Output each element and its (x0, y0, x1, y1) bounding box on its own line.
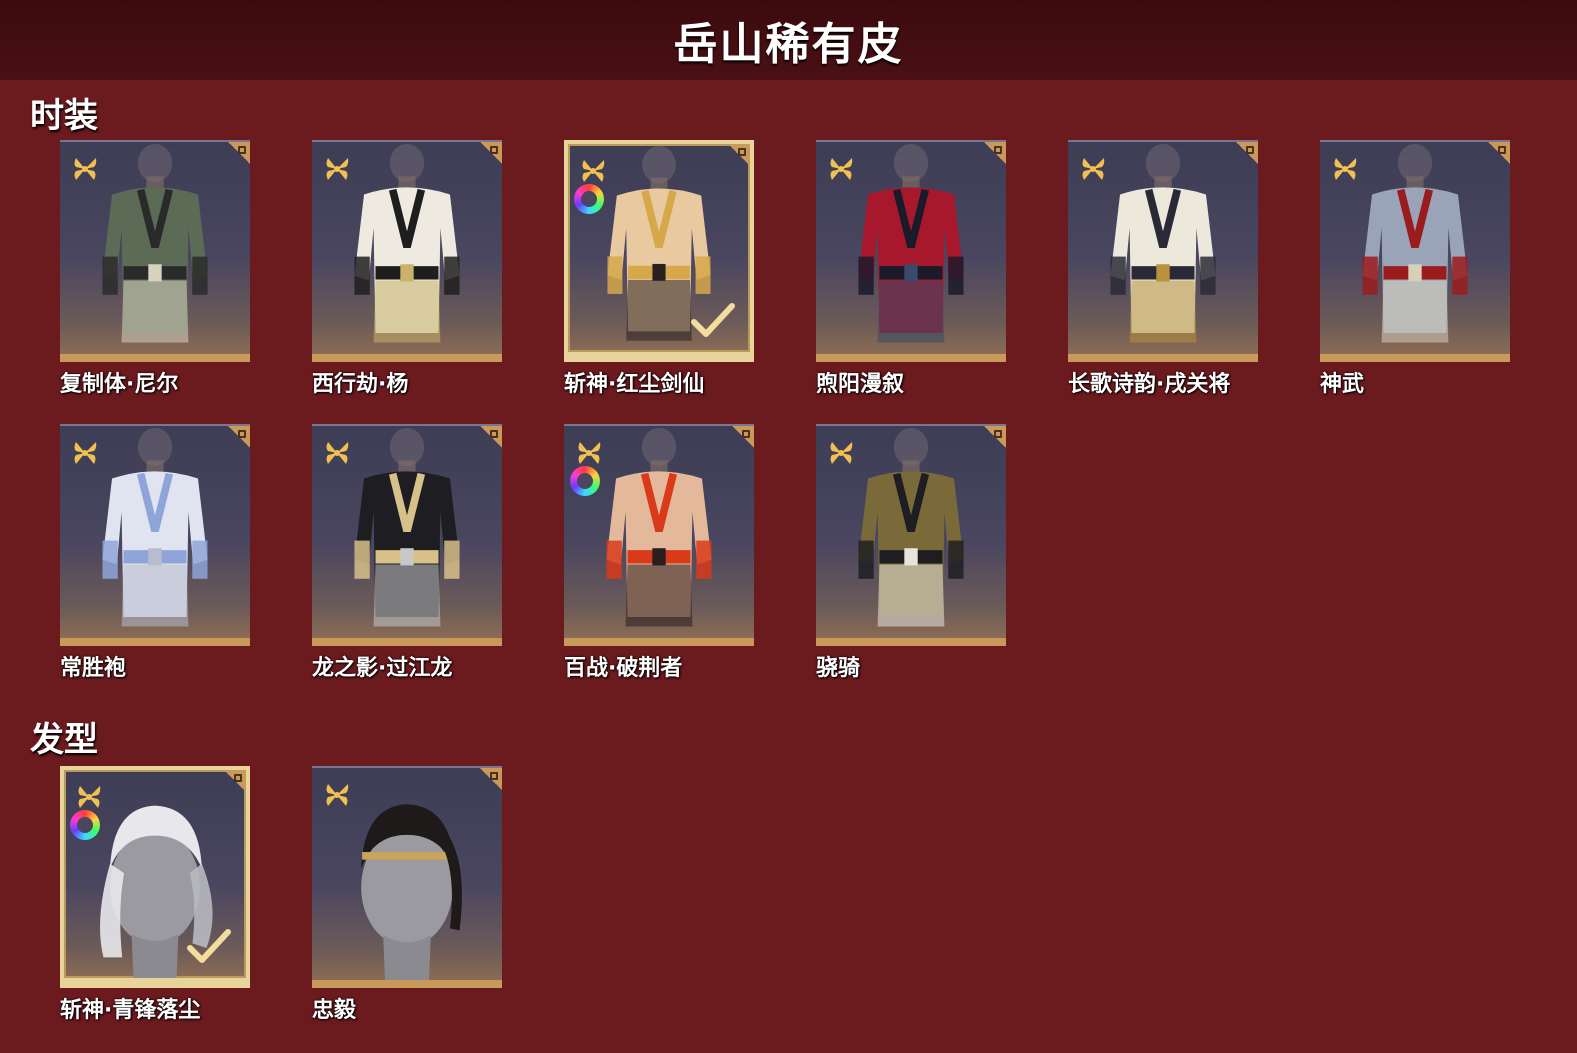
hair-name-label: 忠毅 (312, 998, 357, 1023)
rarity-star-icon (582, 160, 605, 182)
rarity-star-icon (830, 158, 853, 180)
rarity-star-icon (74, 442, 97, 464)
hair-name-label: 斩神·青锋落尘 (60, 998, 201, 1023)
outfit-name-label: 长歌诗韵·戌关将 (1068, 372, 1231, 397)
corner-badge-icon (480, 142, 502, 164)
corner-badge-icon (228, 426, 250, 448)
outfit-name-label: 龙之影·过江龙 (312, 656, 453, 681)
corner-badge-icon (224, 770, 246, 792)
outfit-card[interactable] (564, 140, 754, 362)
section-title-outfits: 时装 (30, 96, 98, 136)
outfit-name-label: 百战·破荆者 (564, 656, 683, 681)
equipped-check-icon (187, 929, 231, 963)
outfit-card[interactable] (816, 424, 1006, 646)
outfit-card[interactable] (312, 424, 502, 646)
rarity-star-icon (1334, 158, 1357, 180)
rarity-star-icon (74, 158, 97, 180)
outfit-name-label: 复制体·尼尔 (60, 372, 179, 397)
hair-card[interactable] (60, 766, 250, 988)
corner-badge-icon (1236, 142, 1258, 164)
rarity-star-icon (326, 158, 349, 180)
dye-color-icon (70, 810, 100, 840)
rarity-star-icon (830, 442, 853, 464)
rarity-star-icon (1082, 158, 1105, 180)
corner-badge-icon (1488, 142, 1510, 164)
rarity-star-icon (326, 442, 349, 464)
dye-color-icon (570, 466, 600, 496)
outfit-name-label: 煦阳漫叙 (816, 372, 905, 397)
corner-badge-icon (984, 142, 1006, 164)
outfit-card[interactable] (60, 140, 250, 362)
corner-badge-icon (732, 426, 754, 448)
outfit-card[interactable] (60, 424, 250, 646)
outfit-card[interactable] (564, 424, 754, 646)
equipped-check-icon (691, 303, 735, 337)
corner-badge-icon (480, 768, 502, 790)
outfit-name-label: 骁骑 (816, 656, 861, 681)
outfit-name-label: 神武 (1320, 372, 1365, 397)
rarity-star-icon (578, 442, 601, 464)
header-bar: 岳山稀有皮 (0, 0, 1577, 80)
outfit-name-label: 西行劫·杨 (312, 372, 409, 397)
hair-card[interactable] (312, 766, 502, 988)
outfit-name-label: 斩神·红尘剑仙 (564, 372, 705, 397)
page-title: 岳山稀有皮 (673, 19, 904, 70)
corner-badge-icon (228, 142, 250, 164)
corner-badge-icon (480, 426, 502, 448)
outfit-card[interactable] (312, 140, 502, 362)
rarity-star-icon (78, 786, 101, 808)
outfit-card[interactable] (1320, 140, 1510, 362)
corner-badge-icon (728, 144, 750, 166)
outfit-name-label: 常胜袍 (60, 656, 127, 681)
rarity-star-icon (326, 784, 349, 806)
dye-color-icon (574, 184, 604, 214)
section-title-hair: 发型 (30, 720, 98, 760)
outfit-card[interactable] (1068, 140, 1258, 362)
outfit-card[interactable] (816, 140, 1006, 362)
corner-badge-icon (984, 426, 1006, 448)
